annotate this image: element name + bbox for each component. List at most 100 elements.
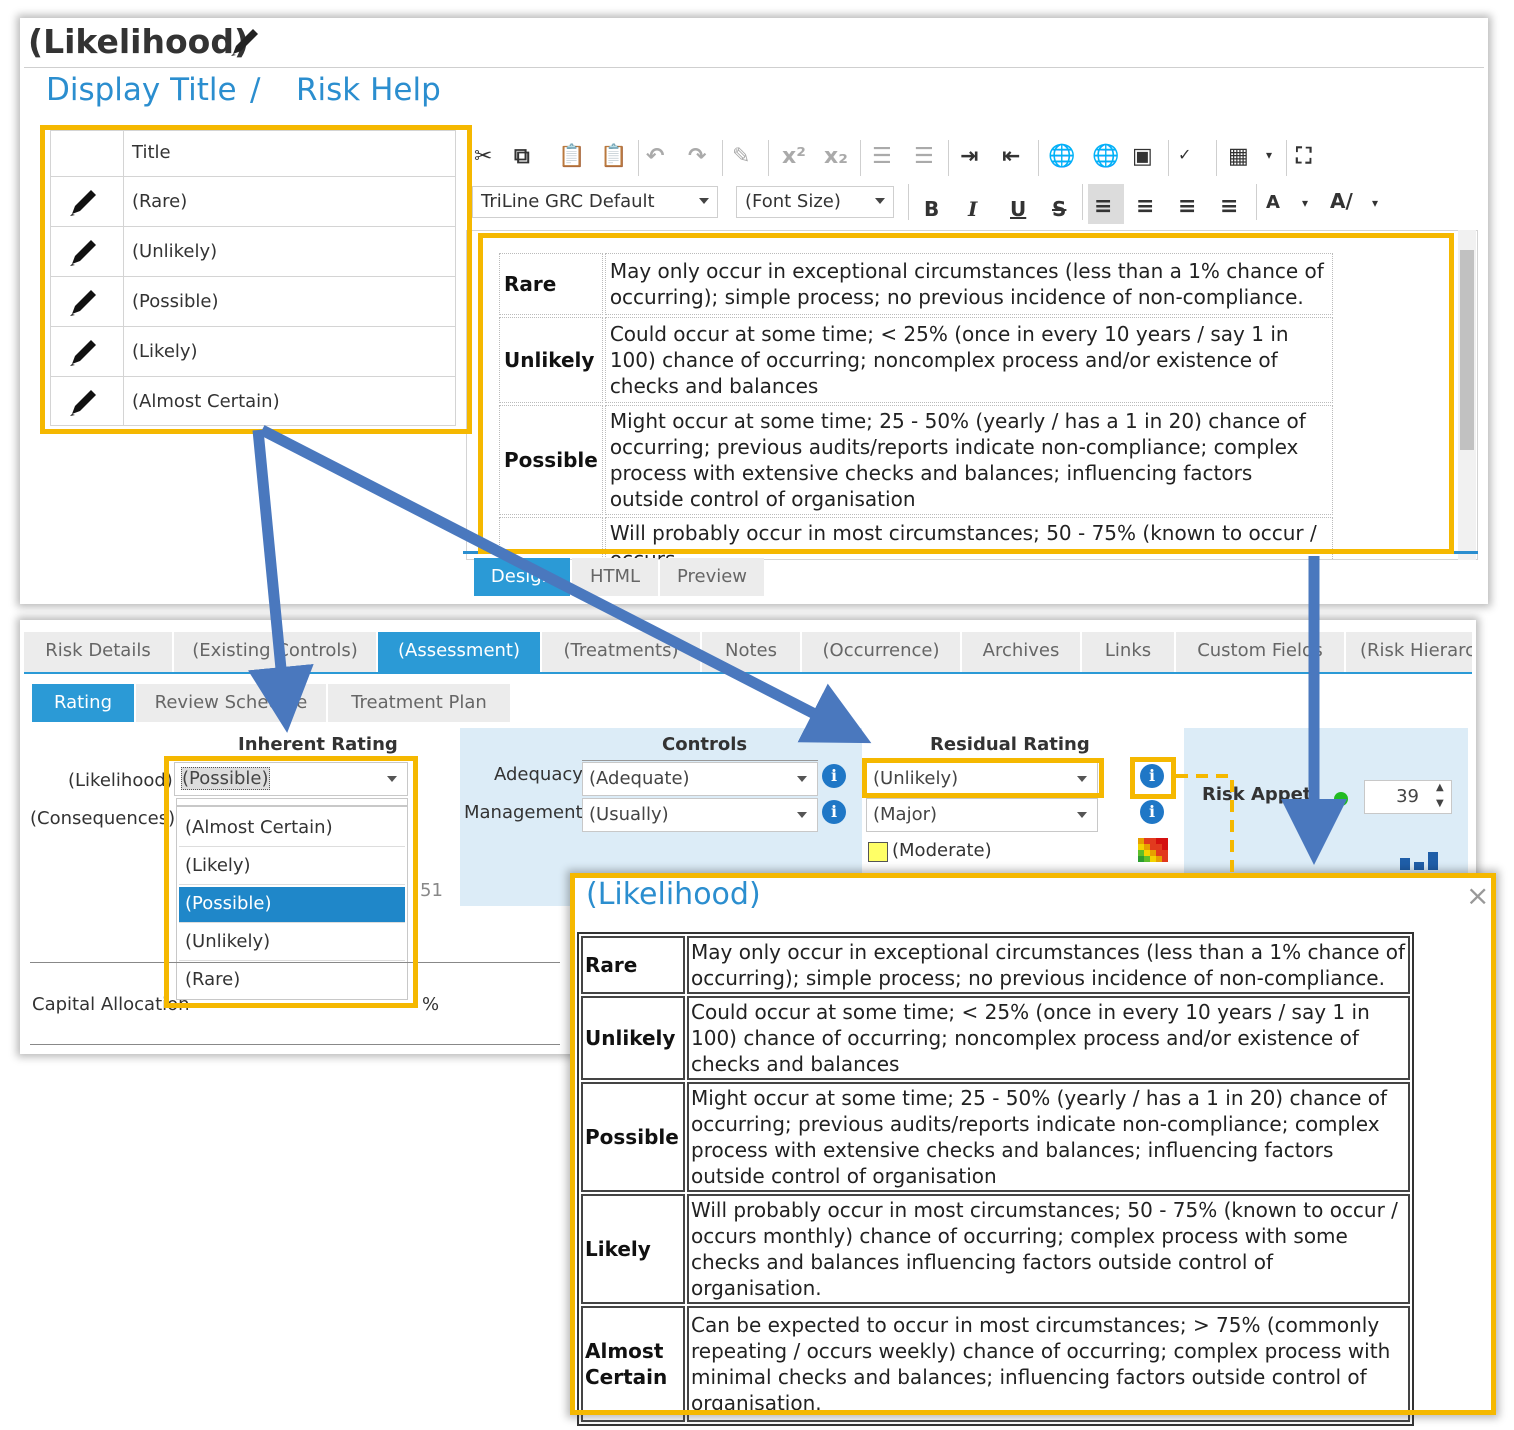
- superscript-icon[interactable]: x²: [782, 144, 806, 170]
- tab-existing-controls[interactable]: (Existing Controls): [174, 632, 376, 672]
- align-right-icon[interactable]: ≡: [1178, 194, 1196, 220]
- residual-consequence-select[interactable]: (Major): [866, 798, 1098, 832]
- paste-icon[interactable]: 📋: [558, 144, 585, 170]
- residual-likelihood-select[interactable]: (Unlikely): [866, 762, 1098, 796]
- heatmap-icon[interactable]: [1138, 838, 1168, 862]
- align-left-icon[interactable]: ≡: [1094, 194, 1112, 220]
- edit-pencil-icon[interactable]: [67, 385, 101, 419]
- help-table-row: Possible Might occur at some time; 25 - …: [581, 1082, 1410, 1192]
- design-mode-tab[interactable]: Design: [474, 558, 570, 596]
- toolbar-separator: [722, 140, 723, 176]
- insert-image-icon[interactable]: ▣: [1132, 144, 1153, 170]
- help-term-cell: Unlikely: [581, 996, 685, 1080]
- tab-assessment[interactable]: (Assessment): [378, 632, 540, 672]
- underline-button[interactable]: U: [1010, 196, 1026, 222]
- format-stripper-icon[interactable]: ✎: [732, 144, 750, 170]
- dropdown-option[interactable]: (Almost Certain): [179, 811, 405, 847]
- copy-icon[interactable]: ⧉: [514, 144, 530, 170]
- toolbar-separator: [1216, 140, 1217, 176]
- dropdown-option[interactable]: (Likely): [179, 849, 405, 885]
- residual-consequence-info-icon[interactable]: i: [1140, 800, 1164, 824]
- management-info-icon[interactable]: i: [822, 800, 846, 824]
- tab-occurrence[interactable]: (Occurrence): [802, 632, 960, 672]
- tab-archives[interactable]: Archives: [962, 632, 1080, 672]
- dropdown-option[interactable]: (Unlikely): [179, 925, 405, 961]
- table-icon[interactable]: ▦: [1228, 144, 1249, 170]
- adequacy-info-icon[interactable]: i: [822, 764, 846, 788]
- font-family-select[interactable]: TriLine GRC Default: [472, 186, 718, 218]
- edit-title-pencil-icon[interactable]: [227, 24, 263, 60]
- italic-button[interactable]: I: [968, 196, 977, 222]
- edit-pencil-icon[interactable]: [67, 335, 101, 369]
- redo-icon[interactable]: ↷: [688, 144, 706, 170]
- grid-header-icon-cell: [51, 131, 124, 176]
- chart-bar-icon: [1428, 852, 1438, 870]
- strikethrough-button[interactable]: S: [1052, 196, 1066, 222]
- cut-icon[interactable]: ✂: [474, 144, 492, 170]
- management-select[interactable]: (Usually): [582, 798, 818, 832]
- tab-custom-fields[interactable]: Custom Fields: [1176, 632, 1344, 672]
- subtab-rating[interactable]: Rating: [32, 684, 134, 722]
- adequacy-select[interactable]: (Adequate): [582, 762, 818, 796]
- title-grid-row[interactable]: (Almost Certain): [51, 377, 455, 425]
- tab-risk-hierarchy[interactable]: (Risk Hierarchy): [1346, 632, 1472, 672]
- align-justify-icon[interactable]: ≡: [1220, 194, 1238, 220]
- bold-button[interactable]: B: [924, 196, 939, 222]
- subtab-treatment-plan[interactable]: Treatment Plan: [328, 684, 510, 722]
- edit-pencil-icon[interactable]: [67, 235, 101, 269]
- font-size-select[interactable]: (Font Size): [736, 186, 894, 218]
- breadcrumb-risk-help[interactable]: Risk Help: [296, 72, 441, 108]
- residual-consequence-value: (Major): [873, 804, 938, 825]
- html-editor-area[interactable]: Rare May only occur in exceptional circu…: [466, 230, 1478, 560]
- stepper-up-icon[interactable]: ▲: [1436, 782, 1444, 793]
- numbered-list-icon[interactable]: ☰: [872, 144, 892, 170]
- title-grid-row[interactable]: (Likely): [51, 327, 455, 377]
- editor-scrollbar[interactable]: [1458, 230, 1476, 560]
- dropdown-option-selected[interactable]: (Possible): [179, 887, 405, 923]
- undo-icon[interactable]: ↶: [646, 144, 664, 170]
- fullscreen-icon[interactable]: ⛶: [1296, 144, 1311, 170]
- close-icon[interactable]: ×: [1466, 879, 1489, 912]
- dropdown-option[interactable]: (Rare): [179, 963, 405, 999]
- scrollbar-thumb[interactable]: [1460, 250, 1474, 450]
- chevron-down-icon: [387, 776, 397, 782]
- toolbar-separator: [860, 140, 861, 176]
- edit-pencil-icon[interactable]: [67, 185, 101, 219]
- subtab-review-schedule[interactable]: Review Schedule: [136, 684, 326, 722]
- table-dropdown-chevron-icon[interactable]: ▾: [1266, 142, 1272, 168]
- breadcrumb-display-title[interactable]: Display Title: [46, 72, 237, 108]
- text-color-icon[interactable]: A: [1266, 190, 1280, 216]
- title-grid-row[interactable]: (Rare): [51, 177, 455, 227]
- chevron-down-icon: [1077, 812, 1087, 818]
- residual-likelihood-info-icon[interactable]: i: [1140, 764, 1164, 788]
- tab-treatments[interactable]: (Treatments): [542, 632, 700, 672]
- inherent-likelihood-select[interactable]: (Possible): [174, 762, 408, 796]
- moderate-color-swatch: [868, 842, 888, 862]
- outdent-icon[interactable]: ⇤: [1002, 144, 1020, 170]
- indent-icon[interactable]: ⇥: [960, 144, 978, 170]
- tab-notes[interactable]: Notes: [702, 632, 800, 672]
- bullet-list-icon[interactable]: ☰: [914, 144, 934, 170]
- help-term-cell: Almost Certain: [581, 1306, 685, 1422]
- text-color-chevron-icon[interactable]: ▾: [1302, 190, 1308, 216]
- editor-term-cell: Possible: [499, 405, 603, 515]
- title-grid-row[interactable]: (Unlikely): [51, 227, 455, 277]
- stepper-down-icon[interactable]: ▼: [1436, 798, 1444, 809]
- html-mode-tab[interactable]: HTML: [572, 558, 658, 596]
- align-center-icon[interactable]: ≡: [1136, 194, 1154, 220]
- spellcheck-icon[interactable]: ✓: [1178, 142, 1191, 168]
- tab-risk-details[interactable]: Risk Details: [24, 632, 172, 672]
- insert-link-icon[interactable]: 🌐: [1048, 144, 1075, 170]
- formatting-chevron-icon[interactable]: ▾: [1372, 190, 1378, 216]
- help-popup-title: (Likelihood): [586, 877, 761, 912]
- paste-word-icon[interactable]: 📋: [600, 144, 627, 170]
- preview-mode-tab[interactable]: Preview: [660, 558, 764, 596]
- title-grid-row[interactable]: (Possible): [51, 277, 455, 327]
- tab-links[interactable]: Links: [1082, 632, 1174, 672]
- formatting-icon[interactable]: A/: [1330, 188, 1353, 214]
- help-definition-table: Rare May only occur in exceptional circu…: [577, 932, 1414, 1426]
- title-grid-row-label: (Possible): [132, 291, 219, 312]
- edit-pencil-icon[interactable]: [67, 285, 101, 319]
- remove-link-icon[interactable]: 🌐: [1092, 144, 1119, 170]
- subscript-icon[interactable]: x₂: [824, 144, 848, 170]
